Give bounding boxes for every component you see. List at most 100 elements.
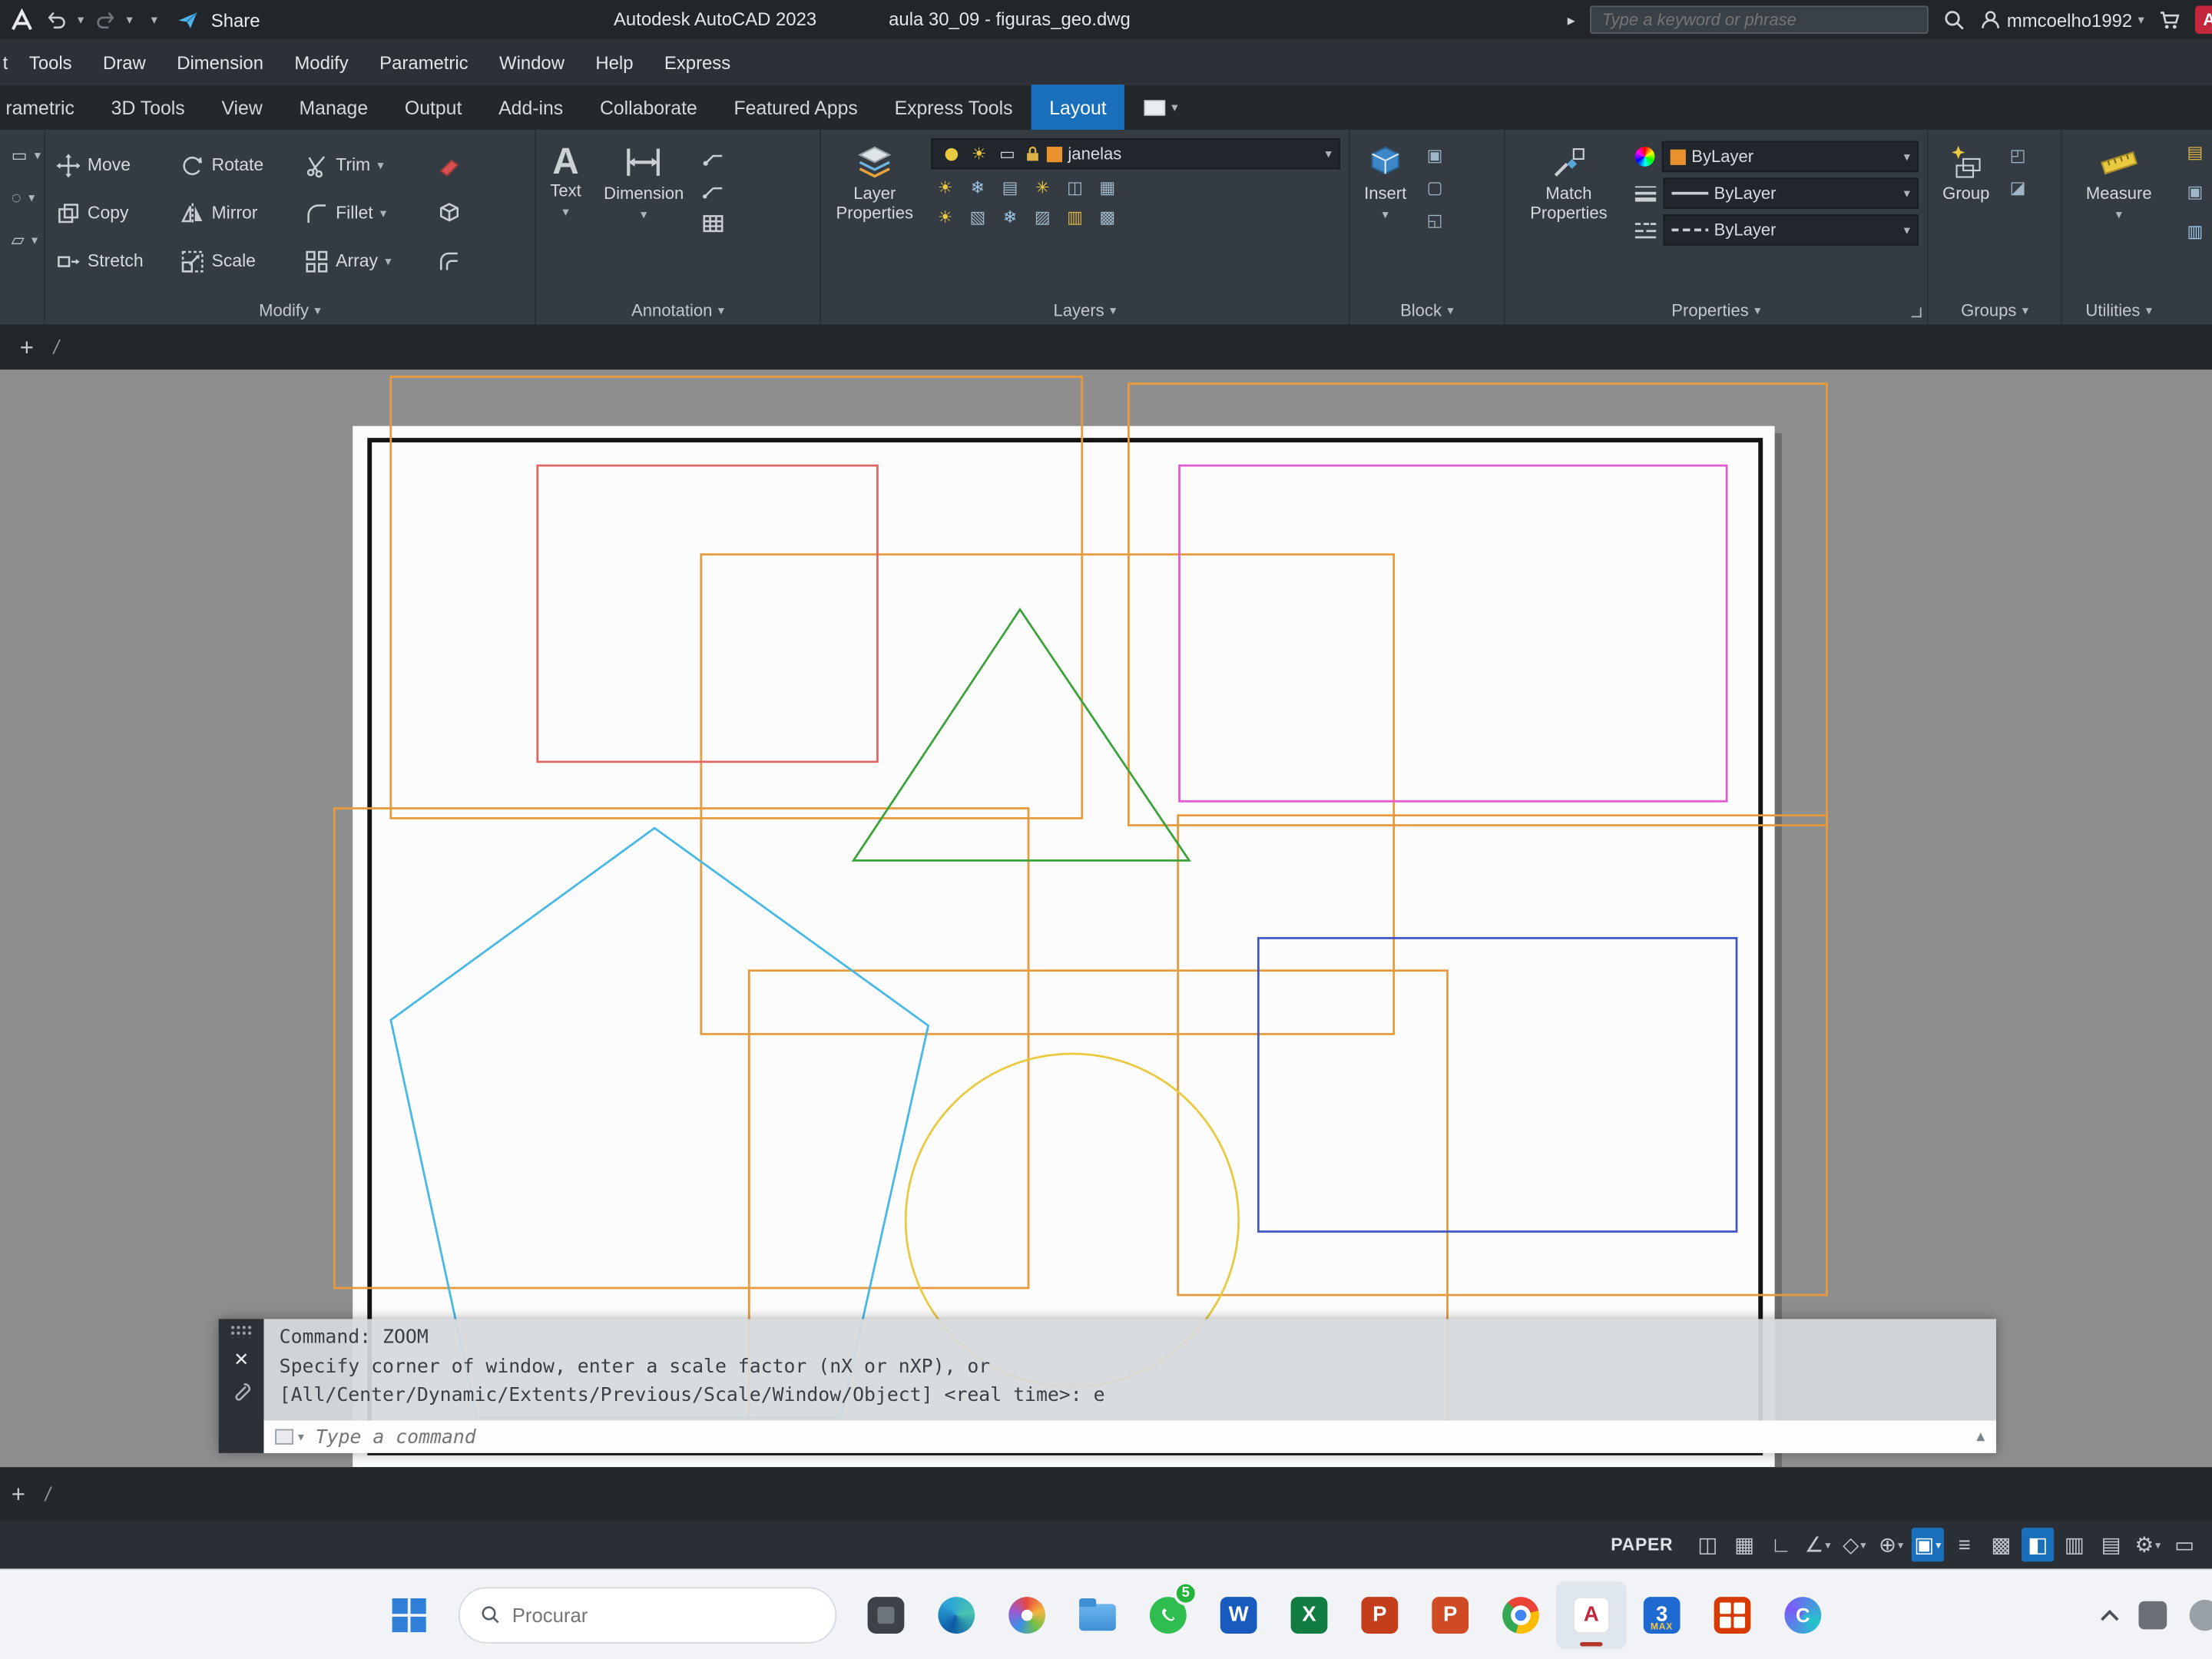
menu-item-modify[interactable]: Modify <box>279 39 364 84</box>
wrench-icon[interactable] <box>230 1381 252 1402</box>
taskbar-chrome[interactable] <box>1485 1581 1556 1648</box>
trim-button[interactable]: Trim▾ <box>302 153 435 177</box>
layer-tool-icon[interactable]: ❄ <box>998 206 1021 228</box>
taskbar-search-input[interactable] <box>512 1603 767 1625</box>
tray-app-icon[interactable] <box>2138 1601 2167 1630</box>
help-search-input[interactable] <box>1589 5 1928 34</box>
viewport-toggle-icon[interactable]: ◫ <box>1691 1528 1724 1561</box>
match-properties-button[interactable]: Match Properties <box>1514 138 1624 228</box>
layer-dropdown[interactable]: ☀ ▭ janelas ▾ <box>931 138 1340 169</box>
layer-freeze-sun-icon[interactable]: ☀ <box>968 143 990 165</box>
command-window-rail[interactable]: ✕ <box>219 1319 264 1452</box>
layer-tool-icon[interactable]: ▩ <box>1096 206 1118 228</box>
lineweight-dropdown[interactable]: ByLayer ▾ <box>1664 177 1919 208</box>
tab-output[interactable]: Output <box>386 84 480 130</box>
table-icon[interactable] <box>700 212 724 236</box>
ortho-icon[interactable]: ∟ <box>1765 1528 1797 1561</box>
share-icon[interactable] <box>176 8 198 31</box>
draw-tool-icon[interactable]: ▱▾ <box>8 229 35 251</box>
groups-panel-label[interactable]: Groups▾ <box>1929 300 2061 320</box>
explode-button[interactable] <box>435 201 472 225</box>
offset-button[interactable] <box>435 249 472 273</box>
menu-item-express[interactable]: Express <box>649 39 747 84</box>
layer-tool-icon[interactable]: ☀ <box>934 177 956 199</box>
clipboard-tool-icon[interactable]: ▥ <box>2184 220 2206 243</box>
layers-panel-label[interactable]: Layers▾ <box>821 300 1349 320</box>
menu-item-window[interactable]: Window <box>484 39 580 84</box>
taskbar-search[interactable] <box>459 1586 836 1642</box>
quick-access-dropdown-icon[interactable]: ▾ <box>151 12 157 28</box>
scale-button[interactable]: Scale <box>177 249 302 273</box>
utilities-panel-label[interactable]: Utilities▾ <box>2062 300 2175 320</box>
taskbar-photos[interactable] <box>992 1581 1062 1648</box>
taskbar-canva[interactable]: C <box>1767 1581 1838 1648</box>
taskbar-office-app[interactable]: P <box>1415 1581 1485 1648</box>
properties-panel-label[interactable]: Properties▾ <box>1505 300 1927 320</box>
mirror-button[interactable]: Mirror <box>177 201 302 225</box>
chevron-right-icon[interactable]: ▸ <box>1568 11 1575 29</box>
tab-manage[interactable]: Manage <box>281 84 386 130</box>
autoscale-icon[interactable]: ▤ <box>2095 1528 2128 1561</box>
create-block-icon[interactable]: ▣ <box>1423 144 1445 166</box>
drawing-area[interactable] <box>0 369 2212 1467</box>
layer-dropdown-caret-icon[interactable]: ▾ <box>1326 146 1332 161</box>
account-menu[interactable]: mmcoelho1992 ▾ <box>1979 8 2144 31</box>
tray-status-icon[interactable] <box>2190 1600 2212 1631</box>
menu-item-cropped[interactable]: t <box>0 39 14 84</box>
workspace-gear-icon[interactable]: ⚙▾ <box>2131 1528 2164 1561</box>
group-button[interactable]: Group <box>1937 138 1995 208</box>
autodesk-app-icon[interactable]: A <box>2195 5 2212 34</box>
layer-on-bulb-icon[interactable] <box>939 143 962 165</box>
command-input-row[interactable]: ▾ ▲ <box>263 1421 1996 1453</box>
rotate-button[interactable]: Rotate <box>177 153 302 177</box>
leader-icon[interactable] <box>700 177 724 201</box>
tab-express-tools[interactable]: Express Tools <box>876 84 1031 130</box>
command-window[interactable]: ✕ Command: ZOOM Specify corner of window… <box>219 1319 1996 1452</box>
draw-tool-icon[interactable]: ▭▾ <box>8 144 35 166</box>
layer-tool-icon[interactable]: ▦ <box>1096 177 1118 199</box>
object-color-dropdown[interactable]: ByLayer ▾ <box>1662 141 1919 172</box>
layer-tool-icon[interactable]: ✳ <box>1031 177 1054 199</box>
new-layout-plus-icon[interactable]: + <box>12 1482 25 1505</box>
insert-button[interactable]: Insert ▾ <box>1359 138 1412 226</box>
taskbar-app-window[interactable] <box>851 1581 922 1648</box>
text-button[interactable]: A Text ▾ <box>545 138 587 223</box>
selection-cycling-icon[interactable]: ◧ <box>2022 1528 2054 1561</box>
annotation-visibility-icon[interactable]: ▥ <box>2058 1528 2091 1561</box>
layer-tool-icon[interactable]: ◫ <box>1064 177 1086 199</box>
layer-properties-button[interactable]: Layer Properties <box>830 138 920 228</box>
taskbar-excel[interactable]: X <box>1274 1581 1345 1648</box>
measure-button[interactable]: Measure ▾ <box>2071 138 2167 226</box>
tab-featured-apps[interactable]: Featured Apps <box>716 84 876 130</box>
autocad-logo-icon[interactable] <box>8 6 35 33</box>
move-button[interactable]: Move <box>54 153 178 177</box>
undo-icon[interactable] <box>45 8 68 31</box>
taskbar-autocad[interactable]: A <box>1556 1581 1627 1648</box>
menu-item-help[interactable]: Help <box>580 39 649 84</box>
new-drawing-plus-icon[interactable]: + <box>20 335 34 359</box>
block-panel-label[interactable]: Block▾ <box>1350 300 1504 320</box>
tab-3d-tools[interactable]: 3D Tools <box>93 84 204 130</box>
close-icon[interactable]: ✕ <box>233 1350 249 1369</box>
linetype-dropdown[interactable]: ByLayer ▾ <box>1664 214 1919 245</box>
command-input[interactable] <box>316 1426 1967 1448</box>
tab-collaborate[interactable]: Collaborate <box>581 84 716 130</box>
taskbar-ms365[interactable] <box>1697 1581 1768 1648</box>
taskbar-powerpoint[interactable]: P <box>1344 1581 1415 1648</box>
object-snap-icon[interactable]: ▣▾ <box>1912 1528 1944 1561</box>
redo-icon[interactable] <box>94 8 116 31</box>
undo-dropdown-icon[interactable]: ▾ <box>78 12 84 28</box>
layer-tool-icon[interactable]: ☀ <box>934 206 956 228</box>
isodraft-icon[interactable]: ◇▾ <box>1838 1528 1870 1561</box>
clipboard-tool-icon[interactable]: ▤ <box>2184 141 2206 164</box>
edit-block-icon[interactable]: ▢ <box>1423 177 1445 199</box>
layer-vp-freeze-icon[interactable]: ▭ <box>996 143 1018 165</box>
ribbon-display-toggle[interactable]: ▾ <box>1144 84 1177 130</box>
menu-item-parametric[interactable]: Parametric <box>364 39 484 84</box>
modify-panel-label[interactable]: Modify▾ <box>45 300 535 320</box>
redo-dropdown-icon[interactable]: ▾ <box>126 12 132 28</box>
properties-dialog-launcher-icon[interactable] <box>1912 307 1922 317</box>
clean-screen-icon[interactable]: ▭ <box>2168 1528 2200 1561</box>
search-icon[interactable] <box>1942 8 1964 31</box>
taskbar-whatsapp[interactable]: 5 <box>1133 1581 1204 1648</box>
